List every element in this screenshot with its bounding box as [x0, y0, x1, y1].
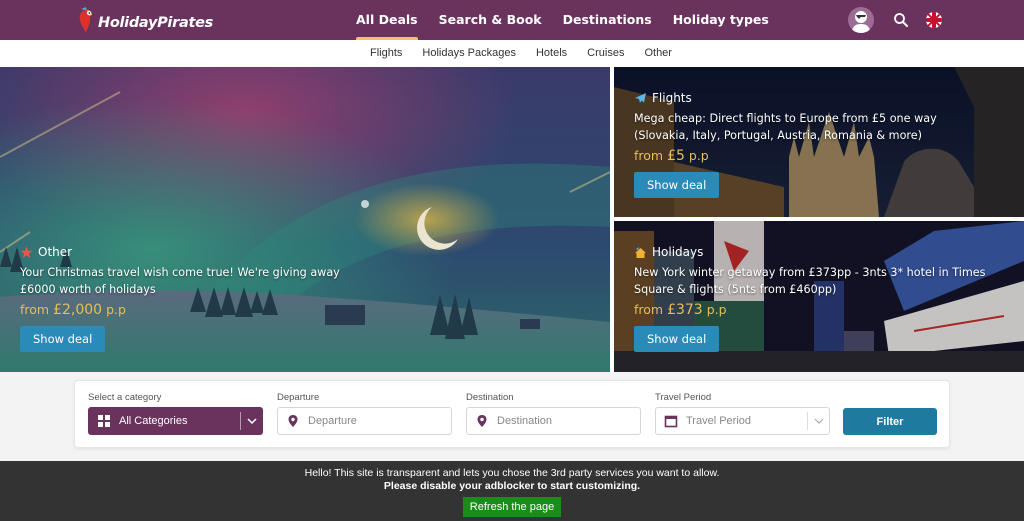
- refresh-page-button[interactable]: Refresh the page: [462, 497, 562, 517]
- category-label: Select a category: [88, 392, 162, 403]
- main-nav: All Deals Search & Book Destinations Hol…: [356, 0, 790, 40]
- deal-content: Other Your Christmas travel wish come tr…: [20, 245, 360, 352]
- destination-input[interactable]: Destination: [466, 407, 641, 435]
- chevron-down-icon[interactable]: [240, 412, 262, 430]
- parrot-logo-icon: [78, 7, 96, 33]
- holiday-home-icon: [634, 246, 647, 259]
- deal-category: Holidays: [634, 245, 994, 259]
- logo[interactable]: HolidayPirates: [78, 6, 213, 34]
- calendar-icon: [664, 414, 678, 428]
- departure-filter: Departure Departure: [277, 392, 452, 435]
- travel-period-label: Travel Period: [655, 392, 712, 403]
- travel-period-filter: Travel Period Travel Period: [655, 392, 830, 435]
- deal-title: New York winter getaway from £373pp - 3n…: [634, 266, 986, 296]
- filter-button[interactable]: Filter: [843, 408, 937, 435]
- star-icon: [20, 246, 33, 259]
- deal-price: from £2,000 p.p: [20, 302, 126, 318]
- departure-label: Departure: [277, 392, 320, 403]
- deal-card-flights[interactable]: Flights Mega cheap: Direct flights to Eu…: [614, 67, 1024, 217]
- top-navigation-bar: HolidayPirates All Deals Search & Book D…: [0, 0, 1024, 40]
- subnav-other[interactable]: Other: [644, 40, 672, 67]
- departure-input[interactable]: Departure: [277, 407, 452, 435]
- search-icon[interactable]: [892, 11, 910, 29]
- deal-content: Flights Mega cheap: Direct flights to Eu…: [634, 91, 994, 198]
- deal-title: Your Christmas travel wish come true! We…: [20, 266, 340, 296]
- nav-all-deals[interactable]: All Deals: [356, 0, 418, 40]
- deal-title: Mega cheap: Direct flights to Europe fro…: [634, 112, 937, 142]
- uk-flag-icon[interactable]: [926, 12, 942, 28]
- category-select[interactable]: All Categories: [88, 407, 263, 435]
- adblock-notice-bar: Hello! This site is transparent and lets…: [0, 461, 1024, 521]
- featured-deals: Other Your Christmas travel wish come tr…: [0, 67, 1024, 372]
- category-subnav: Flights Holidays Packages Hotels Cruises…: [0, 40, 1024, 67]
- deal-content: Holidays New York winter getaway from £3…: [634, 245, 994, 352]
- show-deal-button[interactable]: Show deal: [634, 326, 720, 352]
- deal-price: from £5 p.p: [634, 148, 709, 164]
- notice-text: Hello! This site is transparent and lets…: [304, 467, 720, 479]
- deal-price: from £373 p.p: [634, 302, 727, 318]
- location-pin-icon: [475, 414, 489, 428]
- nav-search-book[interactable]: Search & Book: [439, 0, 542, 40]
- show-deal-button[interactable]: Show deal: [20, 326, 106, 352]
- grid-icon: [97, 414, 111, 428]
- subnav-holidays-packages[interactable]: Holidays Packages: [422, 40, 516, 67]
- deal-card-holidays[interactable]: Holidays New York winter getaway from £3…: [614, 221, 1024, 372]
- location-pin-icon: [286, 414, 300, 428]
- logo-text: HolidayPirates: [98, 15, 213, 31]
- user-avatar-icon[interactable]: [848, 7, 874, 33]
- destination-label: Destination: [466, 392, 514, 403]
- subnav-cruises[interactable]: Cruises: [587, 40, 624, 67]
- chevron-down-icon[interactable]: [807, 412, 829, 430]
- nav-holiday-types[interactable]: Holiday types: [673, 0, 769, 40]
- deal-category: Flights: [634, 91, 994, 105]
- nav-destinations[interactable]: Destinations: [563, 0, 652, 40]
- show-deal-button[interactable]: Show deal: [634, 172, 720, 198]
- category-filter: Select a category All Categories: [88, 392, 263, 435]
- destination-filter: Destination Destination: [466, 392, 641, 435]
- subnav-flights[interactable]: Flights: [370, 40, 402, 67]
- plane-icon: [634, 92, 647, 105]
- subnav-hotels[interactable]: Hotels: [536, 40, 567, 67]
- notice-instruction: Please disable your adblocker to start c…: [383, 480, 641, 492]
- deal-filter-bar: Select a category All Categories Departu…: [74, 380, 950, 448]
- deal-category: Other: [20, 245, 360, 259]
- deal-card-christmas[interactable]: Other Your Christmas travel wish come tr…: [0, 67, 610, 372]
- travel-period-select[interactable]: Travel Period: [655, 407, 830, 435]
